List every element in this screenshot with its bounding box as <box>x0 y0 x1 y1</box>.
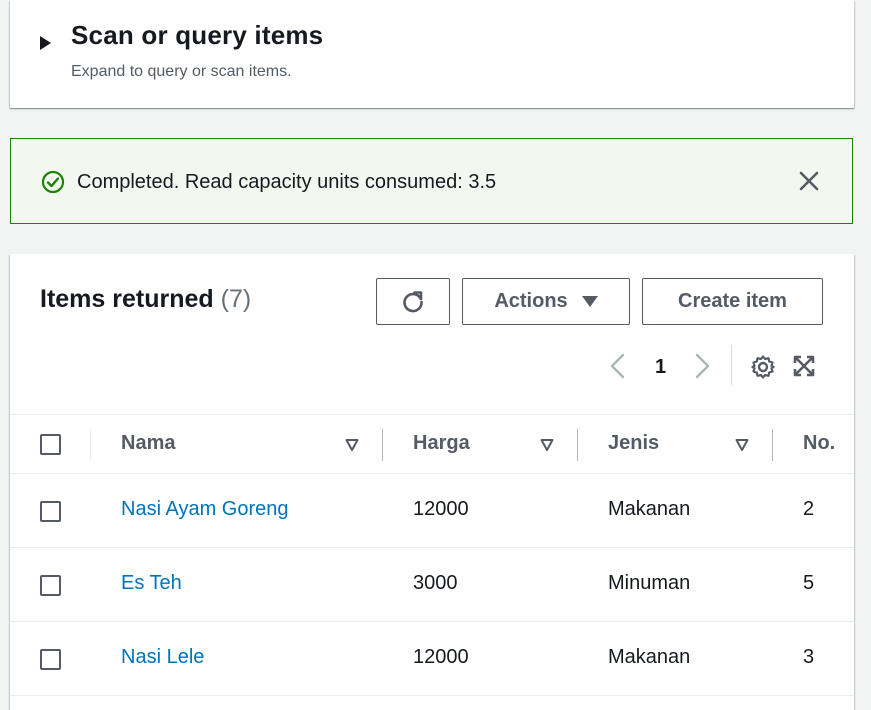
scan-query-subtitle: Expand to query or scan items. <box>71 63 292 80</box>
column-header-jenis[interactable]: Jenis <box>608 432 659 455</box>
items-count: (7) <box>220 285 252 313</box>
row-checkbox[interactable] <box>40 574 61 596</box>
items-returned-heading: Items returned (7) <box>40 285 251 314</box>
items-returned-panel: Items returned (7) Actions Create item 1 <box>10 254 854 710</box>
close-icon[interactable] <box>796 168 822 194</box>
chevron-left-icon[interactable] <box>607 352 629 380</box>
table-row[interactable]: Nasi Ayam Goreng 12000 Makanan 2 <box>10 474 854 548</box>
scan-query-panel: Scan or query items Expand to query or s… <box>10 0 854 108</box>
pagination-divider <box>731 345 732 385</box>
table-header: Nama Harga Jenis No. <box>10 414 854 474</box>
refresh-icon <box>403 290 423 312</box>
check-circle-icon <box>41 170 65 194</box>
sort-icon[interactable] <box>345 438 359 452</box>
gear-icon[interactable] <box>750 354 776 380</box>
actions-dropdown-button[interactable]: Actions <box>462 278 630 325</box>
column-divider <box>90 429 91 461</box>
column-divider[interactable] <box>577 429 578 461</box>
items-table: Nama Harga Jenis No. Nasi Ayam Goreng 12… <box>10 414 854 696</box>
table-row[interactable]: Nasi Lele 12000 Makanan 3 <box>10 622 854 696</box>
cell-jenis: Minuman <box>608 572 691 594</box>
table-row[interactable]: Es Teh 3000 Minuman 5 <box>10 548 854 622</box>
column-divider[interactable] <box>772 429 773 461</box>
cell-harga: 12000 <box>413 646 469 668</box>
row-checkbox[interactable] <box>40 500 61 522</box>
item-link[interactable]: Nasi Ayam Goreng <box>121 498 289 521</box>
create-item-button[interactable]: Create item <box>642 278 823 325</box>
row-checkbox[interactable] <box>40 648 61 670</box>
cell-harga: 3000 <box>413 572 458 594</box>
fullscreen-icon[interactable] <box>792 354 816 378</box>
cell-jenis: Makanan <box>608 498 691 520</box>
column-divider[interactable] <box>382 429 383 461</box>
cell-jenis: Makanan <box>608 646 691 668</box>
refresh-button[interactable] <box>376 278 450 325</box>
sort-icon[interactable] <box>540 438 554 452</box>
select-all-checkbox[interactable] <box>40 434 61 455</box>
alert-message: Completed. Read capacity units consumed:… <box>77 171 497 193</box>
item-link[interactable]: Nasi Lele <box>121 646 204 669</box>
sort-icon[interactable] <box>735 438 749 452</box>
cell-no: 3 <box>803 646 815 668</box>
cell-harga: 12000 <box>413 498 469 520</box>
item-link[interactable]: Es Teh <box>121 572 182 595</box>
chevron-right-icon[interactable] <box>691 352 713 380</box>
items-returned-title: Items returned <box>40 285 214 313</box>
scan-query-title[interactable]: Scan or query items <box>71 20 323 51</box>
column-header-no[interactable]: No. <box>803 432 835 455</box>
success-alert: Completed. Read capacity units consumed:… <box>10 138 853 224</box>
page-number[interactable]: 1 <box>655 356 666 379</box>
column-header-harga[interactable]: Harga <box>413 432 470 455</box>
caret-down-icon <box>581 296 598 307</box>
cell-no: 2 <box>803 498 815 520</box>
expand-caret-icon[interactable] <box>40 36 51 50</box>
column-header-nama[interactable]: Nama <box>121 432 175 455</box>
actions-label: Actions <box>494 290 568 312</box>
create-item-label: Create item <box>678 290 787 312</box>
cell-no: 5 <box>803 572 815 594</box>
